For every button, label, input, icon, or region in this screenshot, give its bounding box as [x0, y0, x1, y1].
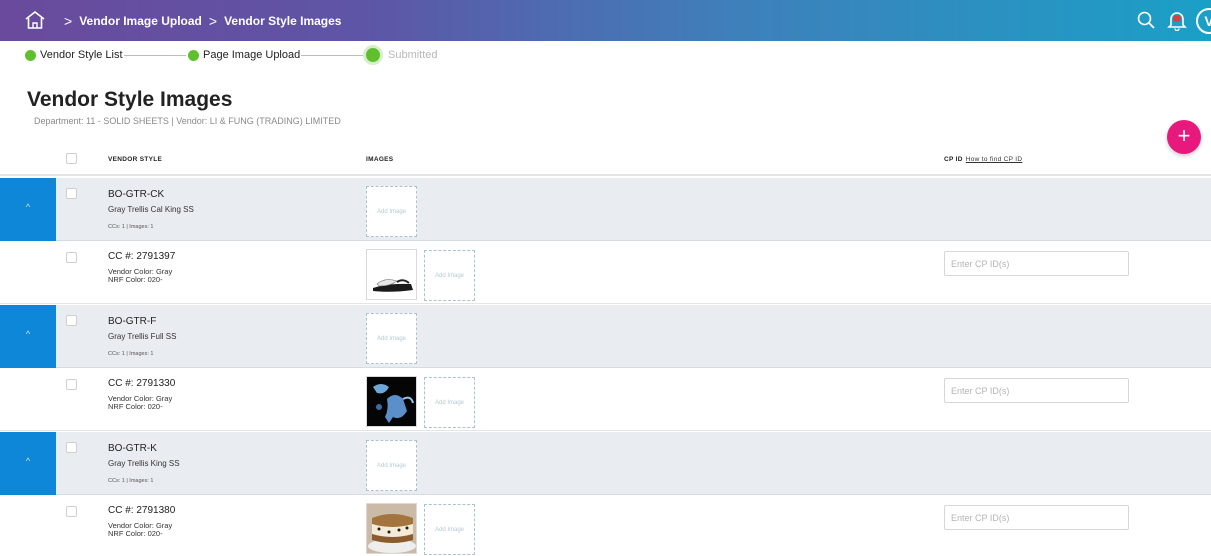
- row-checkbox[interactable]: [66, 506, 77, 517]
- cc-number: CC #: 2791397: [108, 251, 176, 262]
- vendor-style-code: BO-GTR-K: [108, 443, 157, 454]
- breadcrumb-separator: >: [64, 12, 73, 29]
- vendor-style-counts: CCs: 1 | Images: 1: [108, 351, 154, 357]
- nrf-color: NRF Color: 020-: [108, 529, 163, 538]
- add-image-button[interactable]: Add Image: [424, 504, 475, 555]
- notification-bell-icon[interactable]: [1166, 9, 1188, 31]
- step-complete-icon: [188, 49, 199, 61]
- page-title: Vendor Style Images: [27, 88, 233, 111]
- blue-figure-image: [367, 377, 416, 426]
- vendor-style-code: BO-GTR-F: [108, 316, 157, 327]
- step-label: Page Image Upload: [203, 49, 301, 61]
- collapse-toggle[interactable]: ^: [0, 178, 56, 241]
- vendor-style-counts: CCs: 1 | Images: 1: [108, 478, 154, 484]
- cp-id-input[interactable]: [944, 505, 1129, 530]
- step-label: Submitted: [388, 49, 438, 61]
- vendor-style-description: Gray Trellis King SS: [108, 459, 180, 468]
- table-row: ^ BO-GTR-F Gray Trellis Full SS CCs: 1 |…: [0, 305, 1211, 368]
- product-image-thumbnail[interactable]: [366, 249, 417, 300]
- product-image-thumbnail[interactable]: [366, 376, 417, 427]
- step-connector: [124, 55, 186, 56]
- select-all-checkbox[interactable]: [66, 153, 77, 164]
- breadcrumb: > Vendor Image Upload > Vendor Style Ima…: [64, 0, 341, 41]
- how-to-find-cp-id-link[interactable]: How to find CP ID: [966, 156, 1023, 163]
- step-page-image-upload[interactable]: Page Image Upload: [188, 49, 300, 61]
- table-row: CC #: 2791380 Vendor Color: Gray NRF Col…: [0, 495, 1211, 556]
- ice-cream-sandwich-image: [367, 504, 416, 553]
- vendor-style-description: Gray Trellis Full SS: [108, 332, 177, 341]
- step-label: Vendor Style List: [40, 49, 123, 61]
- row-checkbox[interactable]: [66, 188, 77, 199]
- column-header-vendor-style: VENDOR STYLE: [108, 156, 163, 163]
- vendor-style-counts: CCs: 1 | Images: 1: [108, 224, 154, 230]
- step-current-icon: [366, 48, 380, 62]
- cc-number: CC #: 2791380: [108, 505, 176, 516]
- step-submitted[interactable]: Submitted: [366, 48, 438, 62]
- cc-number: CC #: 2791330: [108, 378, 176, 389]
- add-image-button[interactable]: Add Image: [366, 186, 417, 237]
- breadcrumb-vendor-style-images: Vendor Style Images: [224, 13, 342, 28]
- cp-id-input[interactable]: [944, 378, 1129, 403]
- home-icon[interactable]: [24, 10, 46, 30]
- user-avatar[interactable]: V: [1196, 8, 1211, 34]
- top-nav-bar: > Vendor Image Upload > Vendor Style Ima…: [0, 0, 1211, 41]
- row-checkbox[interactable]: [66, 379, 77, 390]
- search-icon[interactable]: [1136, 10, 1156, 30]
- add-image-button[interactable]: Add Image: [424, 377, 475, 428]
- add-image-button[interactable]: Add Image: [424, 250, 475, 301]
- cp-id-input[interactable]: [944, 251, 1129, 276]
- table-header: VENDOR STYLE IMAGES CP ID How to find CP …: [0, 146, 1211, 176]
- row-checkbox[interactable]: [66, 315, 77, 326]
- collapse-toggle[interactable]: ^: [0, 432, 56, 495]
- slide-sandal-image: [367, 250, 416, 299]
- column-header-cp-id: CP ID How to find CP ID: [944, 156, 1022, 163]
- step-connector: [301, 55, 364, 56]
- product-image-thumbnail[interactable]: [366, 503, 417, 554]
- table-row: CC #: 2791397 Vendor Color: Gray NRF Col…: [0, 241, 1211, 304]
- progress-stepper: Vendor Style List Page Image Upload Subm…: [0, 41, 1211, 71]
- breadcrumb-separator: >: [208, 12, 218, 29]
- add-image-button[interactable]: Add Image: [366, 313, 417, 364]
- row-checkbox[interactable]: [66, 252, 77, 263]
- vendor-style-code: BO-GTR-CK: [108, 189, 165, 200]
- nrf-color: NRF Color: 020-: [108, 275, 163, 284]
- column-header-images: IMAGES: [366, 156, 394, 163]
- step-vendor-style-list[interactable]: Vendor Style List: [25, 49, 123, 61]
- row-checkbox[interactable]: [66, 442, 77, 453]
- table-row: ^ BO-GTR-CK Gray Trellis Cal King SS CCs…: [0, 178, 1211, 241]
- cp-id-label: CP ID: [944, 156, 963, 163]
- table-row: CC #: 2791330 Vendor Color: Gray NRF Col…: [0, 368, 1211, 431]
- breadcrumb-vendor-image-upload[interactable]: Vendor Image Upload: [79, 14, 202, 28]
- add-image-button[interactable]: Add Image: [366, 440, 417, 491]
- step-complete-icon: [25, 49, 36, 61]
- table-row: ^ BO-GTR-K Gray Trellis King SS CCs: 1 |…: [0, 432, 1211, 495]
- page-subtitle: Department: 11 - SOLID SHEETS | Vendor: …: [34, 116, 341, 126]
- nrf-color: NRF Color: 020-: [108, 402, 163, 411]
- collapse-toggle[interactable]: ^: [0, 305, 56, 368]
- vendor-style-description: Gray Trellis Cal King SS: [108, 205, 194, 214]
